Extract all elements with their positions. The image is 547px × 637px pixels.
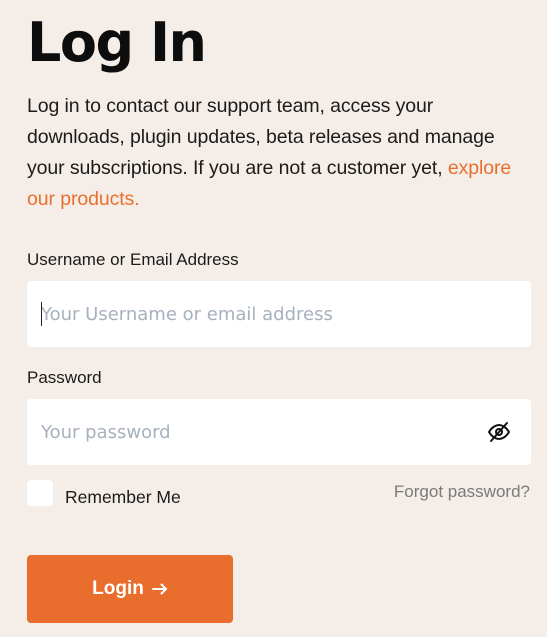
password-input[interactable] bbox=[27, 399, 531, 465]
login-button[interactable]: Login bbox=[27, 555, 233, 623]
login-button-label: Login bbox=[92, 578, 144, 599]
intro-text: Log in to contact our support team, acce… bbox=[27, 95, 495, 179]
arrow-right-icon bbox=[151, 583, 168, 595]
username-field-container bbox=[27, 281, 531, 347]
username-label: Username or Email Address bbox=[27, 250, 239, 269]
password-label: Password bbox=[27, 368, 102, 387]
remember-me-checkbox[interactable] bbox=[27, 480, 53, 506]
page-title: Log In bbox=[27, 11, 207, 74]
forgot-password-link[interactable]: Forgot password? bbox=[394, 482, 530, 502]
remember-me-label: Remember Me bbox=[65, 487, 181, 507]
password-field-container bbox=[27, 399, 531, 465]
username-input[interactable] bbox=[27, 281, 531, 347]
intro-paragraph: Log in to contact our support team, acce… bbox=[27, 91, 533, 215]
eye-off-icon[interactable] bbox=[487, 420, 511, 444]
